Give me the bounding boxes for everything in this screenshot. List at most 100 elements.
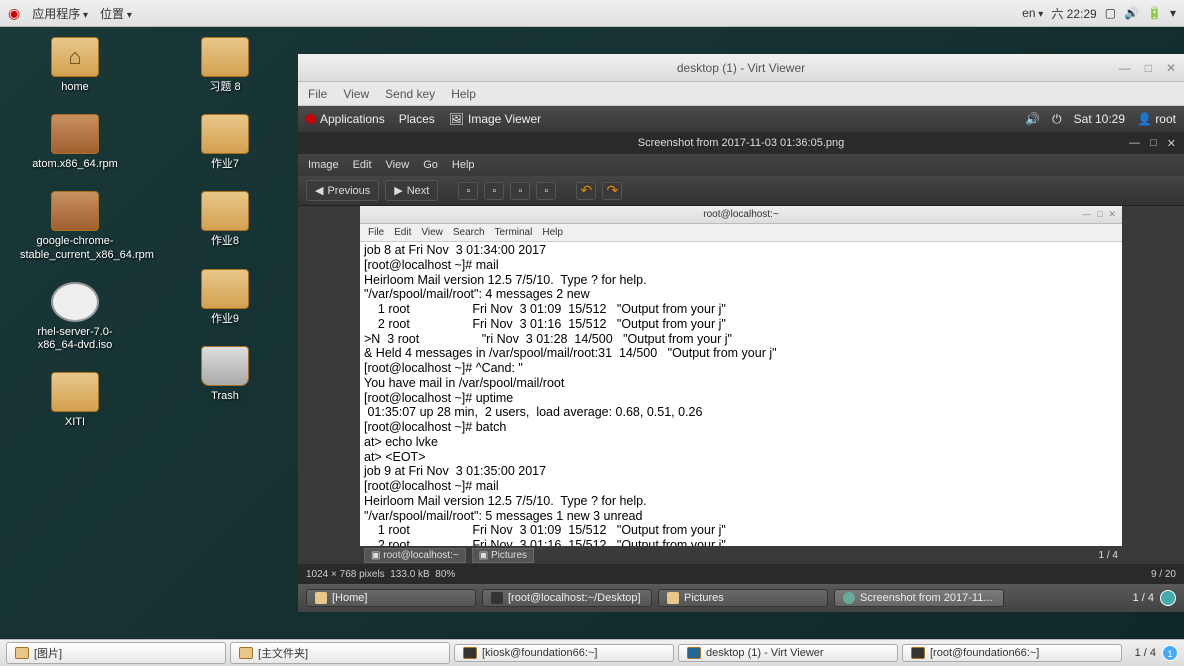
desktop-icon-Trash[interactable]: Trash bbox=[170, 346, 280, 403]
rpm-icon bbox=[51, 114, 99, 154]
iv-menu-image[interactable]: Image bbox=[308, 159, 339, 171]
clock: 六 22:29 bbox=[1051, 5, 1096, 22]
folder-icon bbox=[315, 592, 327, 604]
desktop-icon-home[interactable]: home bbox=[20, 37, 130, 94]
menu-help[interactable]: Help bbox=[451, 87, 476, 101]
desktop-icon-atom.x86_64.rpm[interactable]: atom.x86_64.rpm bbox=[20, 114, 130, 171]
desktop-icon-作业9[interactable]: 作业9 bbox=[170, 269, 280, 326]
menu-view[interactable]: View bbox=[343, 87, 369, 101]
redhat-icon bbox=[306, 114, 316, 124]
taskbar-button[interactable]: [图片] bbox=[6, 642, 226, 664]
close-icon[interactable]: ✕ bbox=[1166, 61, 1176, 75]
volume-icon[interactable]: 🔊 bbox=[1124, 6, 1139, 20]
places-menu[interactable]: 位置 bbox=[100, 5, 132, 22]
folder-icon bbox=[667, 592, 679, 604]
taskbar-button[interactable]: [主文件夹] bbox=[230, 642, 450, 664]
status-dimensions: 1024 × 768 pixels bbox=[306, 569, 385, 580]
folder-icon bbox=[51, 372, 99, 412]
taskbar-button[interactable]: [kiosk@foundation66:~] bbox=[454, 644, 674, 662]
volume-icon[interactable]: 🔊 bbox=[1025, 112, 1040, 126]
virt-viewer-window: desktop (1) - Virt Viewer — □ ✕ File Vie… bbox=[298, 54, 1184, 612]
rpm-icon bbox=[51, 191, 99, 231]
icon-label: atom.x86_64.rpm bbox=[32, 158, 118, 171]
guest-taskbar: [Home] [root@localhost:~/Desktop] Pictures… bbox=[298, 584, 1184, 612]
taskbar-label: desktop (1) - Virt Viewer bbox=[706, 647, 824, 659]
menu-file[interactable]: File bbox=[308, 87, 327, 101]
desktop-icon-rhel-server-7.0-x86_64-dvd.iso[interactable]: rhel-server-7.0-x86_64-dvd.iso bbox=[20, 282, 130, 352]
blue-icon bbox=[687, 647, 701, 659]
gallery-button[interactable]: ▫ bbox=[536, 182, 556, 200]
taskbar-button[interactable]: [Home] bbox=[306, 589, 476, 607]
host-taskbar: [图片] [主文件夹][kiosk@foundation66:~] desktop … bbox=[0, 639, 1184, 666]
zoom-in-button[interactable]: ▫ bbox=[458, 182, 478, 200]
guest-user-label[interactable]: root bbox=[1155, 112, 1176, 126]
minimize-icon[interactable]: — bbox=[1129, 137, 1140, 150]
minimize-icon[interactable]: — bbox=[1119, 61, 1131, 75]
icon-label: 作业8 bbox=[211, 235, 239, 248]
virt-menubar: File View Send key Help bbox=[298, 82, 1184, 106]
virt-titlebar[interactable]: desktop (1) - Virt Viewer — □ ✕ bbox=[298, 54, 1184, 82]
applications-menu[interactable]: 应用程序 bbox=[32, 5, 88, 22]
taskbar-button[interactable]: [root@localhost:~/Desktop] bbox=[482, 589, 652, 607]
status-filesize: 133.0 kB bbox=[390, 569, 429, 580]
taskbar-button[interactable]: Screenshot from 2017-11... bbox=[834, 589, 1004, 607]
guest-applications-menu[interactable]: Applications bbox=[320, 112, 385, 126]
guest-imageviewer-button[interactable]: Image Viewer bbox=[468, 112, 541, 126]
img-icon bbox=[843, 592, 855, 604]
pager-label: 1 / 4 bbox=[1135, 647, 1156, 659]
virt-title-text: desktop (1) - Virt Viewer bbox=[677, 61, 805, 75]
imageviewer-canvas[interactable]: root@localhost:~ —□✕ File Edit View Sear… bbox=[298, 206, 1184, 564]
folder-icon bbox=[201, 37, 249, 77]
previous-button[interactable]: ◀ Previous bbox=[306, 180, 379, 201]
inner-terminal-menubar: File Edit View Search Terminal Help bbox=[360, 224, 1122, 242]
rotate-left-button[interactable]: ↶ bbox=[576, 182, 596, 200]
imageviewer-titlebar[interactable]: Screenshot from 2017-11-03 01:36:05.png … bbox=[298, 132, 1184, 154]
taskbar-button[interactable]: Pictures bbox=[658, 589, 828, 607]
taskbar-label: [图片] bbox=[34, 645, 62, 661]
iv-menu-view[interactable]: View bbox=[386, 159, 410, 171]
desktop-icon-习题 8[interactable]: 习题 8 bbox=[170, 37, 280, 94]
desktop-icon-XITI[interactable]: XITI bbox=[20, 372, 130, 429]
rotate-right-button[interactable]: ↷ bbox=[602, 182, 622, 200]
menu-sendkey[interactable]: Send key bbox=[385, 87, 435, 101]
guest-places-menu[interactable]: Places bbox=[399, 112, 435, 126]
pager-label: 1 / 4 bbox=[1133, 592, 1154, 604]
folder-icon bbox=[15, 647, 29, 659]
host-topbar: ◉ 应用程序 位置 en 六 22:29 ▢ 🔊 🔋 ▾ bbox=[0, 0, 1184, 27]
maximize-icon[interactable]: □ bbox=[1150, 137, 1157, 150]
desktop-icon-作业7[interactable]: 作业7 bbox=[170, 114, 280, 171]
workspace-icon[interactable]: 1 bbox=[1162, 645, 1178, 661]
network-icon[interactable]: ⏻ bbox=[1052, 112, 1062, 127]
icon-label: XITI bbox=[65, 416, 85, 429]
zoom-fit-button[interactable]: ▫ bbox=[510, 182, 530, 200]
battery-icon[interactable]: 🔋 bbox=[1147, 6, 1162, 20]
iso-icon bbox=[51, 282, 99, 322]
folder-icon bbox=[201, 269, 249, 309]
desktop-icon-作业8[interactable]: 作业8 bbox=[170, 191, 280, 248]
iv-menu-help[interactable]: Help bbox=[452, 159, 475, 171]
close-icon[interactable]: ✕ bbox=[1167, 137, 1176, 150]
maximize-icon[interactable]: □ bbox=[1145, 61, 1152, 75]
iv-menu-edit[interactable]: Edit bbox=[353, 159, 372, 171]
imageviewer-toolbar: ◀ Previous ▶ Next ▫ ▫ ▫ ▫ ↶ ↷ bbox=[298, 176, 1184, 206]
imageviewer-title: Screenshot from 2017-11-03 01:36:05.png bbox=[638, 137, 845, 149]
folder-icon bbox=[239, 647, 253, 659]
lang-indicator[interactable]: en bbox=[1022, 6, 1043, 20]
window-icon[interactable]: ▢ bbox=[1105, 6, 1116, 20]
desktop: home atom.x86_64.rpm google-chrome-stable_… bbox=[0, 27, 1184, 639]
status-page: 9 / 20 bbox=[1151, 569, 1176, 580]
zoom-out-button[interactable]: ▫ bbox=[484, 182, 504, 200]
desktop-icon-google-chrome-stable_current_x86_64.rpm[interactable]: google-chrome-stable_current_x86_64.rpm bbox=[20, 191, 130, 261]
next-button[interactable]: ▶ Next bbox=[385, 180, 438, 201]
iv-menu-go[interactable]: Go bbox=[423, 159, 438, 171]
workspace-icon[interactable] bbox=[1160, 590, 1176, 606]
home-icon bbox=[51, 37, 99, 77]
taskbar-label: [Home] bbox=[332, 592, 367, 604]
user-dropdown-icon[interactable]: ▾ bbox=[1170, 6, 1176, 20]
icon-label: 习题 8 bbox=[209, 81, 240, 94]
taskbar-button[interactable]: desktop (1) - Virt Viewer bbox=[678, 644, 898, 662]
taskbar-button[interactable]: [root@foundation66:~] bbox=[902, 644, 1122, 662]
status-zoom: 80% bbox=[435, 569, 455, 580]
icon-label: Trash bbox=[211, 390, 239, 403]
icon-label: 作业9 bbox=[211, 313, 239, 326]
